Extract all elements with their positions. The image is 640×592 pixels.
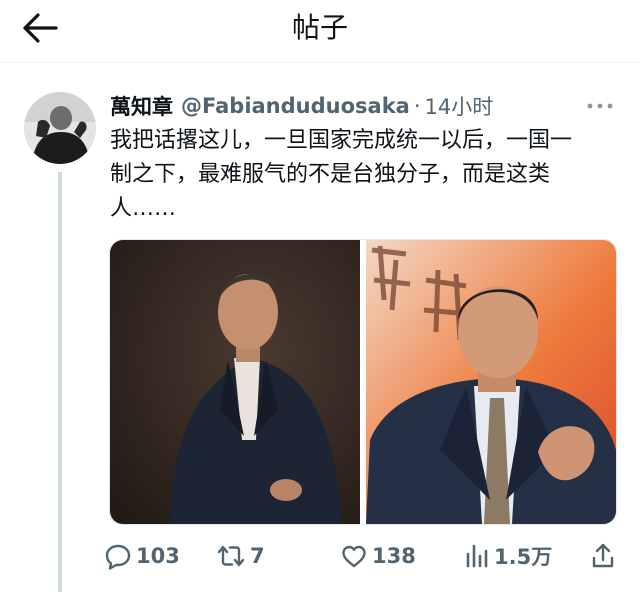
media-photo-left[interactable]	[110, 240, 360, 524]
avatar[interactable]	[24, 92, 96, 164]
avatar-image	[24, 92, 96, 164]
reply-icon	[105, 544, 131, 570]
tweet-text: 我把话撂这儿，一旦国家完成统一以后，一国一 制之下，最难服气的不是台独分子，而是…	[110, 128, 573, 221]
author-display-name[interactable]: 萬知章	[110, 91, 173, 121]
tweet-action-bar: 103 7 138 1.5万	[104, 536, 624, 576]
retweet-count: 7	[250, 544, 265, 568]
thread-line	[58, 172, 62, 592]
retweet-button[interactable]: 7	[216, 536, 265, 576]
retweet-icon	[217, 545, 245, 567]
reply-button[interactable]: 103	[104, 536, 180, 576]
more-options-button[interactable]	[586, 98, 614, 112]
views-count: 1.5万	[494, 545, 553, 569]
tweet-media-grid	[109, 239, 617, 525]
reply-count: 103	[136, 544, 180, 568]
page-title: 帖子	[291, 11, 348, 44]
tweet-timestamp[interactable]: 14小时	[425, 91, 494, 121]
more-horizontal-icon	[587, 103, 613, 109]
views-button[interactable]: 1.5万	[464, 536, 552, 576]
share-icon	[592, 543, 614, 568]
separator-dot: ·	[413, 94, 421, 118]
media-photo-right[interactable]	[366, 240, 616, 524]
tweet-header: 萬知章 @Fabianduduosaka · 14小时	[110, 92, 493, 120]
like-button[interactable]: 138	[340, 536, 416, 576]
views-bar-chart-icon	[466, 544, 488, 568]
top-bar: 帖子	[0, 0, 640, 63]
photo-man-dark-suit	[110, 240, 360, 524]
heart-icon	[342, 545, 366, 568]
like-count: 138	[372, 544, 416, 568]
author-handle[interactable]: @Fabianduduosaka	[181, 94, 410, 118]
photo-man-talk-show	[366, 240, 616, 524]
share-button[interactable]	[590, 536, 620, 576]
